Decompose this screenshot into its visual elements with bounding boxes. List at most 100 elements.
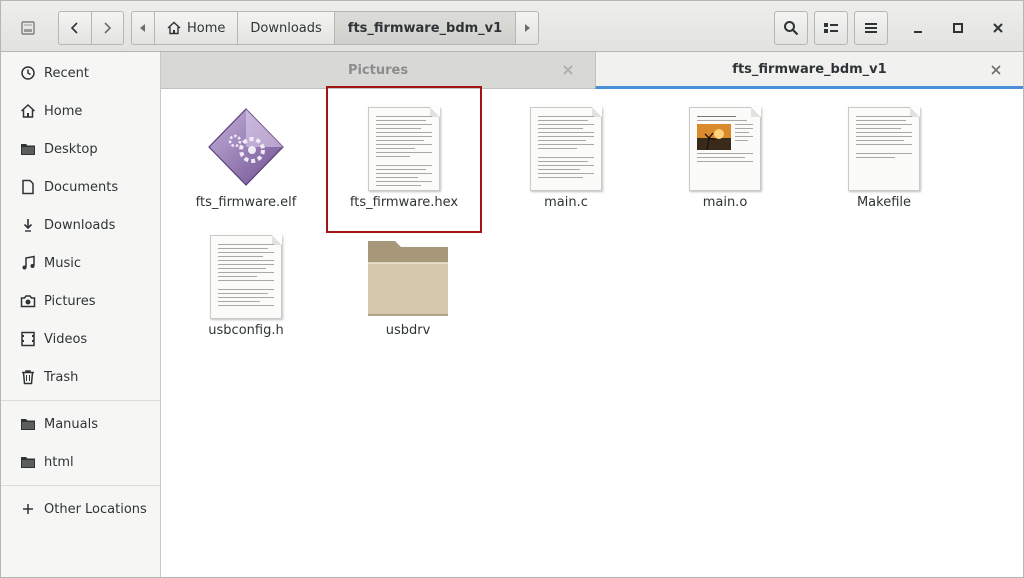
path-segment-home[interactable]: Home bbox=[154, 11, 239, 45]
clock-icon bbox=[19, 64, 37, 82]
file-item[interactable]: Makefile bbox=[809, 89, 959, 217]
sidebar-item-label: Home bbox=[44, 103, 83, 119]
executable-icon bbox=[171, 101, 321, 191]
maximize-icon bbox=[953, 23, 963, 33]
tab-close-button[interactable] bbox=[561, 63, 575, 77]
folder-icon bbox=[333, 229, 483, 319]
file-item[interactable]: usbconfig.h bbox=[171, 217, 321, 345]
tab-fts-firmware-bdm-v1[interactable]: fts_firmware_bdm_v1 bbox=[595, 52, 1023, 89]
object-file-icon bbox=[650, 101, 800, 191]
sidebar-item-label: Manuals bbox=[44, 416, 99, 432]
sidebar-item-label: Downloads bbox=[44, 217, 116, 233]
tab-pictures[interactable]: Pictures bbox=[161, 52, 595, 89]
file-item[interactable]: fts_firmware.elf bbox=[171, 89, 321, 217]
trash-icon bbox=[19, 368, 37, 386]
text-file-icon bbox=[329, 101, 479, 191]
sidebar-item-label: Music bbox=[44, 255, 81, 271]
file-name: Makefile bbox=[856, 195, 912, 210]
sidebar-item-music[interactable]: Music bbox=[1, 246, 160, 280]
path-bar: Home Downloads fts_firmware_bdm_v1 bbox=[131, 11, 540, 45]
search-icon bbox=[784, 21, 799, 36]
drive-icon bbox=[21, 21, 35, 35]
forward-button[interactable] bbox=[90, 12, 124, 44]
sidebar-item-html[interactable]: html bbox=[1, 445, 160, 479]
tab-bar: Pictures fts_firmware_bdm_v1 bbox=[161, 52, 1023, 89]
sidebar-item-videos[interactable]: Videos bbox=[1, 322, 160, 356]
text-file-icon bbox=[491, 101, 641, 191]
places-sidebar: Recent Home Desktop Documents Downloads … bbox=[1, 52, 161, 577]
film-icon bbox=[19, 330, 37, 348]
sidebar-item-manuals[interactable]: Manuals bbox=[1, 407, 160, 441]
search-button[interactable] bbox=[774, 11, 808, 45]
sidebar-item-documents[interactable]: Documents bbox=[1, 170, 160, 204]
folder-icon bbox=[19, 415, 37, 433]
sidebar-item-home[interactable]: Home bbox=[1, 94, 160, 128]
triangle-left-icon bbox=[140, 24, 145, 32]
file-name: main.o bbox=[702, 195, 748, 210]
chevron-left-icon bbox=[70, 22, 78, 34]
document-icon bbox=[19, 178, 37, 196]
sidebar-item-label: Videos bbox=[44, 331, 88, 347]
hamburger-menu-icon bbox=[865, 23, 877, 33]
path-segment-current[interactable]: fts_firmware_bdm_v1 bbox=[333, 11, 517, 45]
sidebar-item-label: Pictures bbox=[44, 293, 96, 309]
sidebar-item-label: Documents bbox=[44, 179, 119, 195]
tab-label: Pictures bbox=[347, 63, 409, 78]
folder-icon bbox=[19, 453, 37, 471]
close-icon bbox=[991, 65, 1001, 75]
file-name: usbconfig.h bbox=[208, 323, 284, 338]
sidebar-toggle-button[interactable] bbox=[11, 11, 45, 45]
sidebar-item-label: Recent bbox=[44, 65, 89, 81]
file-item[interactable]: main.o bbox=[650, 89, 800, 217]
list-view-icon bbox=[824, 23, 838, 33]
sidebar-separator bbox=[1, 400, 160, 401]
path-segment-label: fts_firmware_bdm_v1 bbox=[347, 20, 503, 36]
sidebar-item-label: html bbox=[44, 454, 74, 470]
chevron-right-icon bbox=[104, 22, 112, 34]
header-bar: Home Downloads fts_firmware_bdm_v1 bbox=[1, 1, 1023, 52]
music-icon bbox=[19, 254, 37, 272]
minimize-button[interactable] bbox=[908, 18, 928, 38]
sidebar-item-pictures[interactable]: Pictures bbox=[1, 284, 160, 318]
menu-button[interactable] bbox=[854, 11, 888, 45]
text-file-icon bbox=[171, 229, 321, 319]
path-segment-label: Home bbox=[187, 20, 226, 36]
sidebar-item-other-locations[interactable]: Other Locations bbox=[1, 492, 160, 526]
download-icon bbox=[19, 216, 37, 234]
plus-icon bbox=[19, 500, 37, 518]
file-manager-window: Home Downloads fts_firmware_bdm_v1 Recen… bbox=[0, 0, 1024, 578]
triangle-right-icon bbox=[525, 24, 531, 32]
text-file-icon bbox=[809, 101, 959, 191]
sidebar-item-trash[interactable]: Trash bbox=[1, 360, 160, 394]
file-name: main.c bbox=[544, 195, 588, 210]
view-toggle-button[interactable] bbox=[814, 11, 848, 45]
file-name: fts_firmware.hex bbox=[349, 195, 459, 210]
sidebar-item-recent[interactable]: Recent bbox=[1, 56, 160, 90]
path-segment-label: Downloads bbox=[250, 20, 322, 36]
file-item[interactable]: main.c bbox=[491, 89, 641, 217]
path-scroll-right-button[interactable] bbox=[515, 11, 540, 45]
file-name: fts_firmware.elf bbox=[195, 195, 297, 210]
close-window-button[interactable] bbox=[988, 18, 1008, 38]
file-item-selected[interactable]: fts_firmware.hex bbox=[329, 89, 479, 217]
sidebar-item-label: Desktop bbox=[44, 141, 98, 157]
path-scroll-left-button[interactable] bbox=[131, 11, 155, 45]
sidebar-item-label: Other Locations bbox=[44, 501, 147, 517]
sidebar-item-downloads[interactable]: Downloads bbox=[1, 208, 160, 242]
path-segment-downloads[interactable]: Downloads bbox=[237, 11, 335, 45]
home-icon bbox=[167, 21, 181, 35]
back-button[interactable] bbox=[59, 12, 91, 44]
folder-icon bbox=[19, 140, 37, 158]
folder-item[interactable]: usbdrv bbox=[333, 217, 483, 345]
tab-close-button[interactable] bbox=[989, 63, 1003, 77]
sidebar-separator bbox=[1, 485, 160, 486]
sidebar-item-desktop[interactable]: Desktop bbox=[1, 132, 160, 166]
file-icon-view: fts_firmware.elf fts_firmware.hex main.c… bbox=[161, 86, 1023, 577]
close-icon bbox=[993, 23, 1003, 33]
file-name: usbdrv bbox=[385, 323, 431, 338]
maximize-button[interactable] bbox=[948, 18, 968, 38]
home-icon bbox=[19, 102, 37, 120]
minimize-icon bbox=[914, 31, 922, 33]
close-icon bbox=[563, 65, 573, 75]
navigation-buttons bbox=[58, 11, 124, 45]
